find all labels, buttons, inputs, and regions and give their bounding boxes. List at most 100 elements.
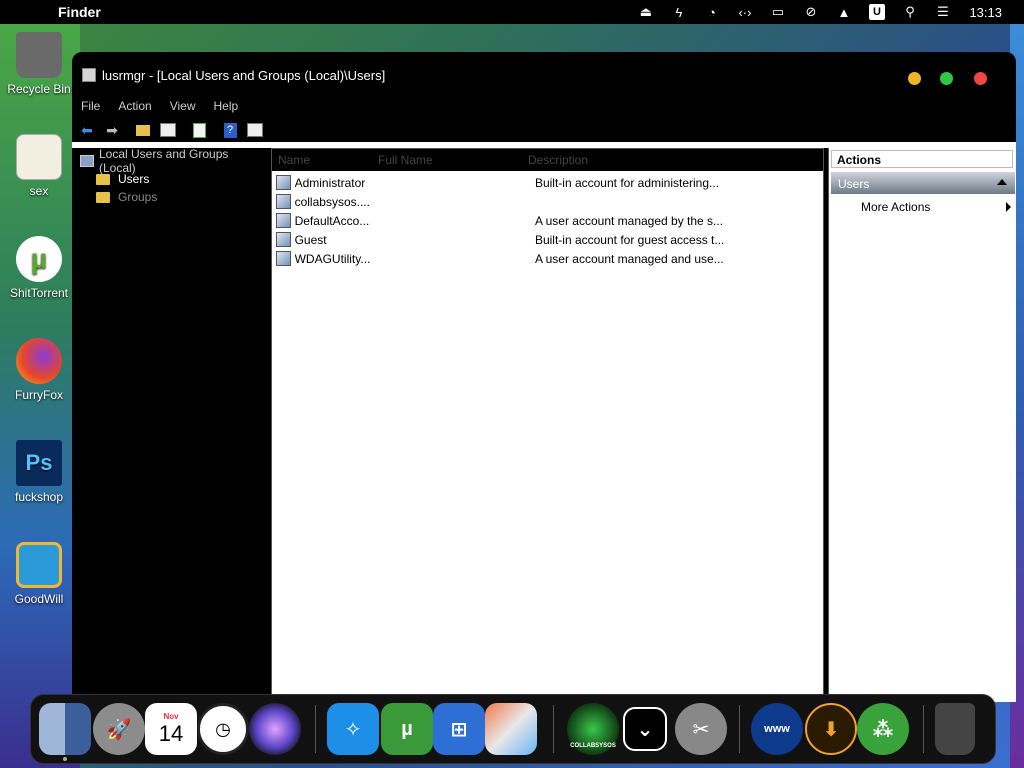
desktop-icon-label: GoodWill	[14, 592, 64, 606]
cell-description: A user account managed by the s...	[534, 213, 724, 228]
collabsysos-label: COLLABSYSOS	[570, 743, 616, 749]
folder-icon	[96, 191, 110, 203]
column-header-name[interactable]: Name	[278, 153, 310, 167]
tree-item-label: Groups	[118, 190, 158, 204]
dock-siri-icon[interactable]	[249, 703, 301, 755]
close-button[interactable]	[974, 72, 987, 85]
eject-icon[interactable]: ⏏	[629, 0, 662, 24]
usb-icon[interactable]: ϟ	[662, 0, 695, 24]
user-icon	[276, 175, 291, 190]
desktop-notepad[interactable]: sex	[4, 134, 74, 198]
console-tree: Local Users and Groups (Local) Users Gro…	[74, 147, 268, 702]
window-titlebar[interactable]: lusrmgr - [Local Users and Groups (Local…	[72, 52, 1016, 98]
dock-safari-icon[interactable]: ✧	[327, 703, 379, 755]
actions-header: Actions	[831, 150, 1013, 168]
up-folder-icon[interactable]	[132, 120, 154, 140]
table-row[interactable]: Guest Built-in account for guest access …	[276, 230, 816, 249]
desktop-icon-label: sex	[29, 184, 49, 198]
display-icon[interactable]: ▭	[761, 0, 794, 24]
minimize-button[interactable]	[908, 72, 921, 85]
goodwill-icon	[16, 542, 62, 588]
maximize-button[interactable]	[940, 72, 953, 85]
menu-view[interactable]: View	[161, 99, 205, 113]
user-icon	[276, 251, 291, 266]
control-center-icon[interactable]: ☰	[926, 0, 959, 24]
cell-description: A user account managed and use...	[534, 251, 724, 266]
finder-menu[interactable]: Finder	[58, 4, 101, 20]
pie-chart-icon[interactable]: ◔	[695, 0, 728, 24]
dock-tools-icon[interactable]: ✂	[675, 703, 727, 755]
code-arrows-icon[interactable]: ‹·›	[728, 0, 761, 24]
dock-collabsysos-icon[interactable]: COLLABSYSOS	[567, 703, 619, 755]
desktop-goodwill[interactable]: GoodWill	[4, 542, 74, 606]
more-actions-label: More Actions	[861, 200, 931, 214]
show-hide-action-pane-icon[interactable]	[244, 120, 266, 140]
desktop-utorrent[interactable]: µ ShitTorrent	[4, 236, 74, 300]
desktop-firefox[interactable]: FurryFox	[4, 338, 74, 402]
tree-item-users[interactable]: Users	[96, 170, 149, 188]
menu-file[interactable]: File	[72, 99, 109, 113]
dock-www-icon[interactable]: www	[751, 703, 803, 755]
dock-calendar-icon[interactable]: Nov 14	[145, 703, 197, 755]
upload-icon[interactable]: ▲	[827, 0, 860, 24]
column-header-description[interactable]: Description	[528, 153, 588, 167]
dock-finder-icon[interactable]	[39, 703, 91, 755]
lusrmgr-app-icon	[82, 68, 96, 82]
forward-arrow-icon[interactable]: ➡	[101, 120, 123, 140]
dock-utorrent-icon[interactable]: µ	[381, 703, 433, 755]
folder-icon	[96, 173, 110, 185]
export-list-icon[interactable]	[188, 120, 210, 140]
cell-name: Administrator	[294, 175, 366, 190]
dock-parallels-icon[interactable]: ⊞	[433, 703, 485, 755]
actions-section-users[interactable]: Users	[831, 172, 1015, 194]
window-title: lusrmgr - [Local Users and Groups (Local…	[102, 67, 386, 83]
dock-photos-icon[interactable]	[485, 703, 537, 755]
actions-pane: Actions Users More Actions	[828, 148, 1016, 702]
menubar: Finder ⏏ ϟ ◔ ‹·› ▭ ⊘ ▲ U ⚲ ☰ 13:13	[0, 0, 1024, 24]
actions-section-label: Users	[838, 177, 870, 191]
search-icon[interactable]: ⚲	[893, 0, 926, 24]
table-row[interactable]: collabsysos....	[276, 192, 816, 211]
cell-name: WDAGUtility...	[294, 251, 371, 266]
back-arrow-icon[interactable]: ⬅	[76, 120, 98, 140]
cell-description: Built-in account for administering...	[534, 175, 720, 190]
menubar-clock[interactable]: 13:13	[959, 5, 1024, 20]
desktop-icon-label: ShitTorrent	[9, 286, 69, 300]
more-actions-item[interactable]: More Actions	[861, 200, 1011, 214]
column-header-full-name[interactable]: Full Name	[378, 153, 433, 167]
desktop-icon-label: Recycle Bin	[7, 82, 71, 96]
recycle-bin-icon	[16, 32, 62, 78]
dock-people-icon[interactable]: ⁂	[857, 703, 909, 755]
cell-name: Guest	[294, 232, 327, 247]
table-row[interactable]: DefaultAcco... A user account managed by…	[276, 211, 816, 230]
tree-item-label: Users	[118, 172, 150, 186]
dock-trash-icon[interactable]	[935, 703, 975, 755]
menu-action[interactable]: Action	[109, 99, 160, 113]
u-badge-icon[interactable]: U	[860, 0, 893, 24]
show-hide-tree-icon[interactable]	[157, 120, 179, 140]
firefox-icon	[16, 338, 62, 384]
dock-download-icon[interactable]: ⬇	[805, 703, 857, 755]
dock-launchpad-icon[interactable]: 🚀	[93, 703, 145, 755]
calendar-day: 14	[158, 721, 184, 746]
help-icon[interactable]: ?	[219, 120, 241, 140]
table-row[interactable]: Administrator Built-in account for admin…	[276, 173, 816, 192]
dock-divider	[553, 705, 554, 753]
utorrent-icon: µ	[16, 236, 62, 282]
desktop-recycle-bin[interactable]: Recycle Bin	[4, 32, 74, 96]
user-icon	[276, 232, 291, 247]
tree-root[interactable]: Local Users and Groups (Local)	[80, 147, 268, 175]
table-row[interactable]: WDAGUtility... A user account managed an…	[276, 249, 816, 268]
menu-help[interactable]: Help	[205, 99, 248, 113]
dock-clock-icon[interactable]: ◷	[197, 703, 249, 755]
window-menu-bar: File Action View Help	[72, 96, 247, 116]
notepad-icon	[16, 134, 62, 180]
collapse-arrow-icon[interactable]	[997, 179, 1007, 185]
mute-icon[interactable]: ⊘	[794, 0, 827, 24]
computer-users-icon	[80, 155, 94, 167]
desktop-photoshop[interactable]: Ps fuckshop	[4, 440, 74, 504]
dock-chevron-down-icon[interactable]: ⌄	[623, 707, 667, 751]
tree-item-groups[interactable]: Groups	[96, 188, 157, 206]
dock-divider	[739, 705, 740, 753]
photoshop-icon: Ps	[16, 440, 62, 486]
